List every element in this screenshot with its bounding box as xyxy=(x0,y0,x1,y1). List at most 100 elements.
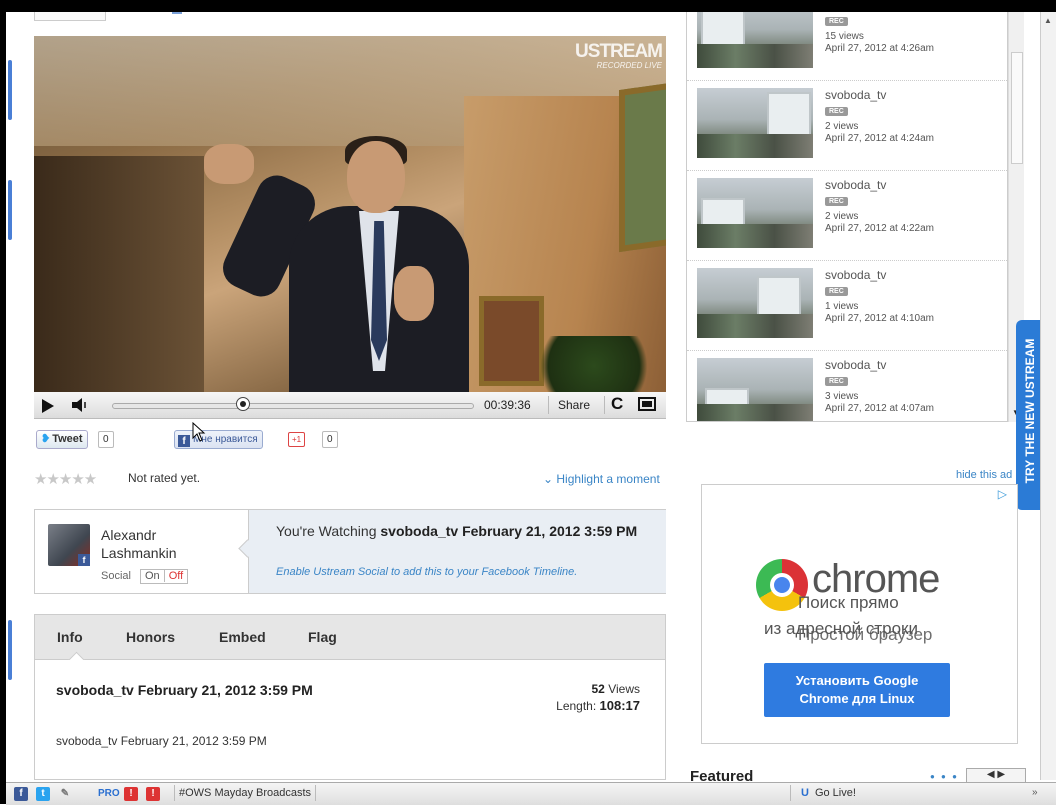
video-player[interactable]: USTREAM RECORDED LIVE xyxy=(34,36,666,392)
page-edge-accent xyxy=(8,180,12,240)
top-link-remnant[interactable] xyxy=(172,12,182,14)
ad-text-line: Поиск прямо xyxy=(798,593,899,612)
try-new-label: TRY THE NEW USTREAM xyxy=(1023,338,1037,484)
ustream-u-icon: U xyxy=(801,787,809,799)
item-title[interactable]: svoboda_tv xyxy=(825,268,886,282)
tweet-count: 0 xyxy=(98,431,114,448)
video-thumbnail[interactable] xyxy=(697,358,813,421)
seek-handle[interactable] xyxy=(235,397,250,411)
item-views: 1 views xyxy=(825,301,859,312)
item-title[interactable]: svoboda_tv xyxy=(825,178,886,192)
social-toggle[interactable]: On Off xyxy=(140,569,189,584)
divider xyxy=(548,396,549,414)
facebook-like-button[interactable]: f Мне нравится xyxy=(174,430,263,449)
item-views: 3 views xyxy=(825,391,859,402)
carousel-dots[interactable]: ● ● ● xyxy=(930,772,959,781)
highlight-label: Highlight a moment xyxy=(556,472,660,486)
mouse-cursor-icon xyxy=(192,422,206,442)
list-item[interactable]: svoboda_tv REC 3 views April 27, 2012 at… xyxy=(687,350,1007,421)
social-user: f Alexandr Lashmankin Social On Off xyxy=(35,510,248,593)
time-display: 00:39:36 xyxy=(484,398,531,412)
channel-tab[interactable]: #OWS Mayday Broadcasts xyxy=(174,785,317,801)
watching-info: You're Watching svoboda_tv February 21, … xyxy=(248,510,666,593)
tweet-button[interactable]: ❥ Tweet xyxy=(36,430,88,449)
button-line: Установить Google xyxy=(795,673,919,688)
ustream-watermark: USTREAM RECORDED LIVE xyxy=(568,42,663,70)
replay-icon[interactable]: C xyxy=(611,394,623,414)
rating-stars[interactable]: ★★★★★ xyxy=(34,470,97,488)
video-thumbnail[interactable] xyxy=(697,268,813,338)
tab-info[interactable]: Info xyxy=(57,629,83,645)
window-left-border xyxy=(0,0,6,804)
item-date: April 27, 2012 at 4:10am xyxy=(825,313,934,324)
ad-text-line: Простой браузер xyxy=(798,625,933,644)
list-item[interactable]: svoboda_tv REC 1 views April 27, 2012 at… xyxy=(687,260,1007,351)
try-new-ustream-tab[interactable]: TRY THE NEW USTREAM xyxy=(1016,320,1040,510)
play-icon[interactable] xyxy=(42,399,54,413)
toggle-on[interactable]: On xyxy=(141,570,165,582)
collapse-icon[interactable]: » xyxy=(1032,787,1038,798)
tab-flag[interactable]: Flag xyxy=(308,629,337,645)
adchoices-icon[interactable]: ▷ xyxy=(998,487,1007,501)
rating-status: Not rated yet. xyxy=(128,471,201,485)
toggle-off[interactable]: Off xyxy=(165,570,187,582)
page-edge-accent xyxy=(8,620,12,680)
alert-icon[interactable]: ! xyxy=(124,787,138,801)
facebook-icon: f xyxy=(178,435,190,447)
scroll-up-icon[interactable]: ▲ xyxy=(1044,16,1052,25)
twitter-bird-icon: ❥ xyxy=(41,433,51,445)
top-button-remnant[interactable] xyxy=(34,12,106,21)
twitter-icon[interactable]: t xyxy=(36,787,50,801)
alert-icon[interactable]: ! xyxy=(146,787,160,801)
hide-ad-link[interactable]: hide this ad xyxy=(956,469,1012,481)
rec-badge: REC xyxy=(825,197,848,206)
item-title[interactable]: svoboda_tv xyxy=(825,88,886,102)
info-tabs: Info Honors Embed Flag xyxy=(34,614,666,668)
ustream-toolbar: f t ✎ PRO ! ! #OWS Mayday Broadcasts U Go… xyxy=(6,782,1056,805)
video-length: Length: 108:17 xyxy=(500,698,640,713)
video-plant xyxy=(524,336,664,392)
highlight-moment-link[interactable]: ⌄ Highlight a moment xyxy=(543,472,660,486)
user-name: Alexandr Lashmankin xyxy=(101,527,177,561)
player-controls: 00:39:36 Share C xyxy=(34,392,666,419)
item-date: April 27, 2012 at 4:26am xyxy=(825,43,934,54)
pro-link[interactable]: PRO xyxy=(98,788,120,799)
fullscreen-icon[interactable] xyxy=(638,397,656,411)
video-thumbnail[interactable] xyxy=(697,12,813,68)
tab-embed[interactable]: Embed xyxy=(219,629,266,645)
tab-honors[interactable]: Honors xyxy=(126,629,175,645)
install-chrome-button[interactable]: Установить Google Chrome для Linux xyxy=(764,663,950,717)
item-title[interactable]: svoboda_tv xyxy=(825,358,886,372)
list-item[interactable]: svoboda_tv REC 2 views April 27, 2012 at… xyxy=(687,80,1007,171)
watermark-sub: RECORDED LIVE xyxy=(596,61,662,70)
views-number: 52 xyxy=(591,682,605,696)
volume-icon[interactable] xyxy=(72,398,96,412)
wrench-icon[interactable]: ✎ xyxy=(58,787,72,801)
chevron-down-icon: ⌄ xyxy=(543,472,557,486)
item-date: April 27, 2012 at 4:07am xyxy=(825,403,934,414)
page-scrollbar[interactable]: ▲ xyxy=(1040,12,1056,780)
video-left-wall xyxy=(34,156,204,392)
video-description: svoboda_tv February 21, 2012 3:59 PM xyxy=(56,734,267,748)
list-item[interactable]: REC 15 views April 27, 2012 at 4:26am xyxy=(687,12,1007,81)
list-item[interactable]: svoboda_tv REC 2 views April 27, 2012 at… xyxy=(687,170,1007,261)
share-button[interactable]: Share xyxy=(558,398,590,412)
length-label: Length: xyxy=(556,699,600,713)
video-speaker xyxy=(204,116,479,392)
avatar[interactable]: f xyxy=(48,524,90,566)
video-thumbnail[interactable] xyxy=(697,178,813,248)
tweet-label: Tweet xyxy=(52,433,83,445)
watching-video-title: svoboda_tv February 21, 2012 3:59 PM xyxy=(380,523,638,539)
page-edge-accent xyxy=(8,60,12,120)
rec-badge: REC xyxy=(825,287,848,296)
go-live-button[interactable]: U Go Live! xyxy=(790,785,1031,801)
length-value: 108:17 xyxy=(599,698,640,713)
video-thumbnail[interactable] xyxy=(697,88,813,158)
google-plus-button[interactable]: +1 xyxy=(288,432,306,447)
chrome-ad[interactable]: ▷ chrome Поиск прямо из адресной строки … xyxy=(701,484,1018,744)
facebook-icon[interactable]: f xyxy=(14,787,28,801)
enable-social-link[interactable]: Enable Ustream Social to add this to you… xyxy=(276,566,577,578)
seek-bar[interactable] xyxy=(112,403,474,409)
list-scroll-thumb[interactable] xyxy=(1011,52,1023,164)
rec-badge: REC xyxy=(825,377,848,386)
